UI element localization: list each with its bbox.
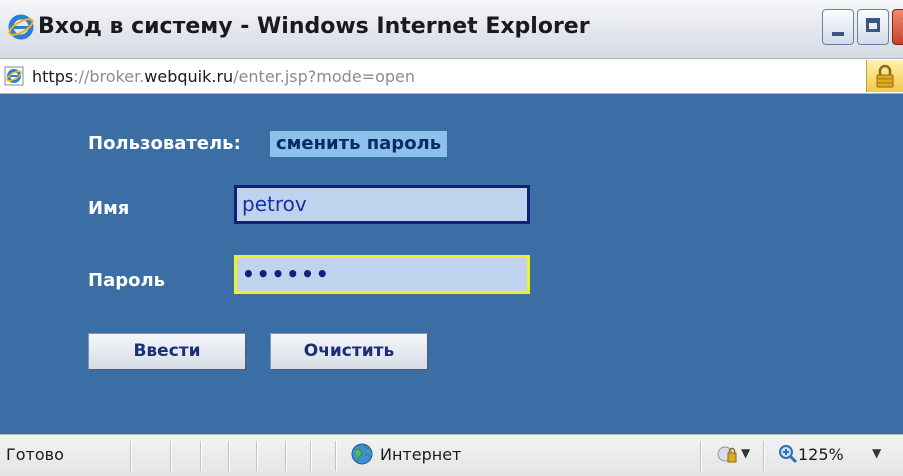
status-divider [763,441,765,471]
page-ie-icon [4,66,24,86]
status-divider [256,441,258,471]
browser-window: Вход в систему - Windows Internet Explor… [0,0,903,476]
login-form: Пользователь: сменить пароль Имя petrov … [0,94,903,434]
protected-mode-icon[interactable] [716,444,738,464]
maximize-icon [866,18,880,32]
zoom-icon[interactable] [778,444,798,464]
address-bar[interactable]: https://broker.webquik.ru/enter.jsp?mode… [0,58,903,94]
window-title: Вход в систему - Windows Internet Explor… [38,14,590,39]
clear-button[interactable]: Очистить [270,333,428,370]
status-divider [335,441,337,471]
status-divider [170,441,172,471]
chevron-down-icon[interactable]: ▼ [872,446,881,460]
status-divider [228,441,230,471]
chevron-down-icon[interactable]: ▼ [741,446,750,460]
title-bar[interactable]: Вход в систему - Windows Internet Explor… [0,0,903,58]
name-label: Имя [88,198,130,219]
minimize-button[interactable] [822,9,854,45]
status-bar: Готово Интернет ▼ 125% ▼ [0,434,903,476]
status-text: Готово [6,445,64,464]
globe-icon [351,443,373,465]
close-icon: × [899,12,903,42]
status-divider [285,441,287,471]
status-divider [700,441,702,471]
lock-icon [876,64,894,88]
user-label: Пользователь: [88,133,241,154]
url-text[interactable]: https://broker.webquik.ru/enter.jsp?mode… [32,67,415,86]
security-lock-button[interactable] [866,60,903,92]
ie-icon [8,14,34,40]
password-label: Пароль [88,270,166,291]
password-input[interactable]: •••••• [234,255,530,294]
maximize-button[interactable] [857,9,889,45]
status-divider [130,441,132,471]
change-password-link[interactable]: сменить пароль [270,131,448,157]
minimize-icon [832,32,844,36]
close-button[interactable]: × [892,9,903,45]
security-zone-text: Интернет [380,445,462,464]
status-divider [310,441,312,471]
enter-button[interactable]: Ввести [88,333,246,370]
zoom-level[interactable]: 125% [798,445,844,464]
status-divider [200,441,202,471]
name-input[interactable]: petrov [234,185,530,224]
